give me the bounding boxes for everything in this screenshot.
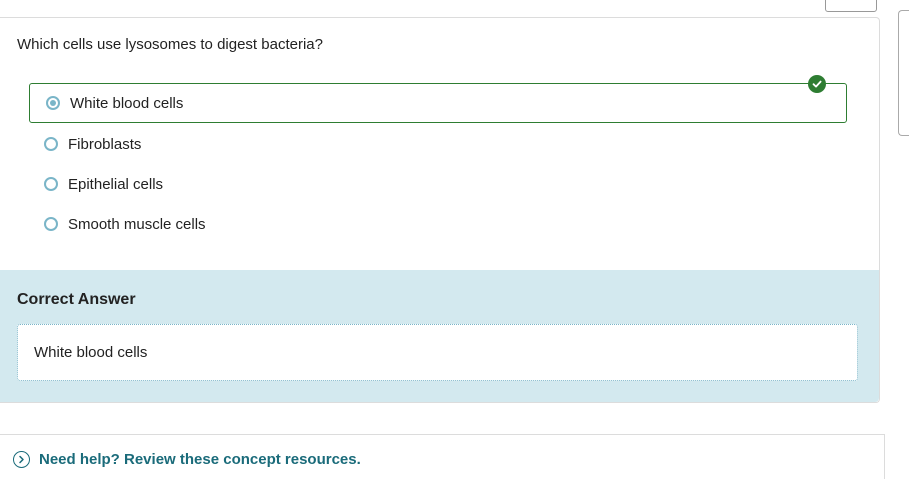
radio-button-selected[interactable]: [46, 96, 60, 110]
option-label: White blood cells: [70, 94, 184, 112]
radio-button[interactable]: [44, 177, 58, 191]
option-label: Fibroblasts: [68, 135, 142, 153]
help-resources-link[interactable]: Need help? Review these concept resource…: [13, 451, 361, 468]
side-panel: [898, 10, 909, 136]
correct-answer-value: White blood cells: [34, 344, 148, 361]
top-button[interactable]: [825, 0, 877, 12]
option-white-blood-cells[interactable]: White blood cells: [29, 75, 847, 123]
question-prompt: Which cells use lysosomes to digest bact…: [17, 36, 323, 53]
option-smooth-muscle-cells[interactable]: Smooth muscle cells: [29, 204, 847, 244]
correct-answer-section: Correct Answer White blood cells: [0, 270, 879, 402]
question-card: Which cells use lysosomes to digest bact…: [0, 17, 880, 403]
help-card: Need help? Review these concept resource…: [0, 434, 885, 479]
check-circle-icon: [808, 75, 826, 93]
option-label: Smooth muscle cells: [68, 215, 206, 233]
page: Which cells use lysosomes to digest bact…: [0, 0, 909, 479]
help-link-text[interactable]: Need help? Review these concept resource…: [39, 451, 361, 468]
correct-answer-heading: Correct Answer: [17, 291, 136, 308]
option-fibroblasts[interactable]: Fibroblasts: [29, 124, 847, 164]
radio-button[interactable]: [44, 137, 58, 151]
chevron-right-circle-icon: [13, 451, 30, 468]
option-label: Epithelial cells: [68, 175, 164, 193]
correct-answer-box: White blood cells: [17, 324, 858, 381]
radio-button[interactable]: [44, 217, 58, 231]
option-epithelial-cells[interactable]: Epithelial cells: [29, 164, 847, 204]
